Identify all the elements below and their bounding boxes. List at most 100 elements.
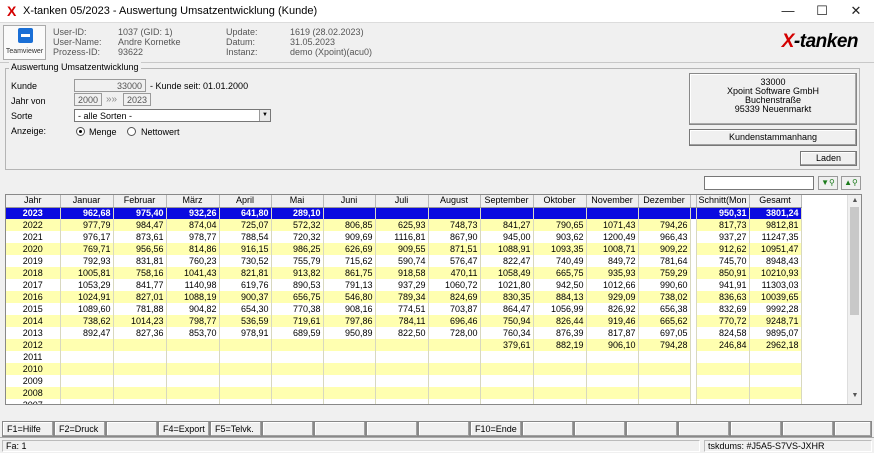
radio-nettowert[interactable] [127, 127, 136, 136]
table-row[interactable]: 2014 738,62 1014,23 798,77 536,59 719,61 797,8… [6, 315, 802, 327]
column-header[interactable]: Juli [375, 195, 429, 208]
value-cell [113, 387, 167, 399]
table-row[interactable]: 2019 792,93 831,81 760,23 730,52 755,79 715,62… [6, 255, 802, 267]
column-header[interactable]: August [428, 195, 481, 208]
function-key-button[interactable] [262, 421, 314, 437]
column-header[interactable]: November [586, 195, 639, 208]
column-header[interactable]: Februar [113, 195, 167, 208]
table-row[interactable]: 2013 892,47 827,36 853,70 978,91 689,59 950,89… [6, 327, 802, 339]
table-row[interactable]: 2023 962,68 975,40 932,26 641,80 289,10 950,31… [6, 207, 802, 219]
function-key-button[interactable] [314, 421, 366, 437]
kunde-field[interactable]: 33000 [74, 79, 146, 92]
function-key-button[interactable]: F2=Druck [54, 421, 106, 437]
value-cell: 590,74 [375, 255, 429, 267]
function-key-button[interactable] [626, 421, 678, 437]
function-key-button[interactable] [730, 421, 782, 437]
table-row[interactable]: 2020 769,71 956,56 814,86 916,15 986,25 626,69… [6, 243, 802, 255]
value-cell [113, 399, 167, 404]
function-key-button[interactable]: F4=Export [158, 421, 210, 437]
search-input[interactable] [704, 176, 814, 190]
close-button[interactable]: ✕ [839, 0, 873, 23]
column-header[interactable]: September [480, 195, 534, 208]
table-row[interactable]: 2009 [6, 375, 802, 387]
value-cell [271, 339, 324, 351]
minimize-button[interactable]: — [771, 0, 805, 23]
kundenstamm-button[interactable]: Kundenstammanhang [689, 129, 857, 146]
value-cell: 703,87 [428, 303, 481, 315]
function-key-button[interactable]: F5=Telvk. [210, 421, 262, 437]
function-key-button[interactable] [782, 421, 834, 437]
function-key-button[interactable] [106, 421, 158, 437]
value-cell: 656,38 [638, 303, 691, 315]
column-header[interactable]: Mai [271, 195, 324, 208]
value-cell: 986,25 [271, 243, 324, 255]
function-key-button[interactable] [522, 421, 574, 437]
function-key-button[interactable]: F1=Hilfe [2, 421, 54, 437]
table-row[interactable]: 2018 1005,81 758,16 1041,43 821,81 913,82 861,… [6, 267, 802, 279]
scrollbar-thumb[interactable] [850, 207, 859, 315]
customer-address-button[interactable]: 33000 Xpoint Software GmbH Buchenstraße … [689, 73, 857, 125]
jahr-bis-field[interactable]: 2023 [123, 93, 151, 106]
table-row[interactable]: 2021 976,17 873,61 978,77 788,54 720,32 909,69… [6, 231, 802, 243]
function-key-button[interactable] [418, 421, 470, 437]
radio-menge[interactable] [76, 127, 85, 136]
value-cell [166, 339, 220, 351]
teamviewer-button[interactable]: Teamviewer [3, 25, 46, 60]
revenue-grid[interactable]: Jahr Januar Februar März April Mai Juni Juli Aug… [5, 194, 862, 405]
value-cell: 966,43 [638, 231, 691, 243]
table-row[interactable]: 2017 1053,29 841,77 1140,98 619,76 890,53 791,… [6, 279, 802, 291]
table-row[interactable]: 2012 379,61 882,19 906,10 794,28 246,84 2962,1… [6, 339, 802, 351]
table-row[interactable]: 2008 [6, 387, 802, 399]
maximize-button[interactable]: ☐ [805, 0, 839, 23]
function-key-button[interactable] [678, 421, 730, 437]
column-header[interactable]: März [166, 195, 220, 208]
jahr-von-field[interactable]: 2000 [74, 93, 102, 106]
value-cell: 806,85 [323, 219, 376, 231]
value-cell: 790,65 [533, 219, 587, 231]
column-header[interactable]: Oktober [533, 195, 587, 208]
sorte-select-value: - alle Sorten - [78, 111, 133, 121]
value-cell: 546,80 [323, 291, 376, 303]
column-header[interactable]: Januar [60, 195, 114, 208]
chevron-down-icon[interactable]: ▼ [259, 110, 270, 121]
column-header[interactable]: Juni [323, 195, 376, 208]
scroll-up-icon[interactable]: ▲ [848, 197, 862, 204]
value-cell: 919,46 [586, 315, 639, 327]
value-cell: 882,19 [533, 339, 587, 351]
value-cell [271, 363, 324, 375]
find-binoculars-icon[interactable]: ▲⚲ [841, 176, 861, 190]
radio-menge-label: Menge [89, 127, 117, 137]
column-header[interactable]: Gesamt [749, 195, 802, 208]
table-row[interactable]: 2022 977,79 984,47 874,04 725,07 572,32 806,85… [6, 219, 802, 231]
table-row[interactable]: 2010 [6, 363, 802, 375]
value-cell [480, 387, 534, 399]
function-key-button[interactable]: F10=Ende [470, 421, 522, 437]
value-cell [586, 375, 639, 387]
session-header: Teamviewer User-ID: User-Name: Prozess-I… [0, 23, 874, 63]
table-row[interactable]: 2007 [6, 399, 802, 404]
column-header[interactable]: April [219, 195, 272, 208]
find-next-icon[interactable]: ▼⚲ [818, 176, 838, 190]
table-row[interactable]: 2016 1024,91 827,01 1088,19 900,37 656,75 546,… [6, 291, 802, 303]
sorte-select[interactable]: - alle Sorten - ▼ [74, 109, 271, 122]
table-row[interactable]: 2011 [6, 351, 802, 363]
column-header[interactable]: Dezember [638, 195, 691, 208]
value-cell: 822,47 [480, 255, 534, 267]
scroll-down-icon[interactable]: ▼ [848, 392, 862, 399]
value-cell: 738,02 [638, 291, 691, 303]
value-cell: 1093,35 [533, 243, 587, 255]
value-cell: 841,27 [480, 219, 534, 231]
value-cell [749, 387, 802, 399]
grid-scrollbar[interactable]: ▲ ▼ [847, 195, 861, 404]
value-cell: 824,58 [696, 327, 750, 339]
function-key-button[interactable] [366, 421, 418, 437]
column-header[interactable]: Schnitt(Mon [696, 195, 750, 208]
laden-button[interactable]: Laden [800, 151, 857, 166]
value-cell: 935,93 [586, 267, 639, 279]
column-header[interactable]: Jahr [6, 195, 61, 208]
function-key-button[interactable] [834, 421, 872, 437]
value-cell: 9895,07 [749, 327, 802, 339]
table-row[interactable]: 2015 1089,60 781,88 904,82 654,30 770,38 908,1… [6, 303, 802, 315]
value-cell: 836,63 [696, 291, 750, 303]
function-key-button[interactable] [574, 421, 626, 437]
